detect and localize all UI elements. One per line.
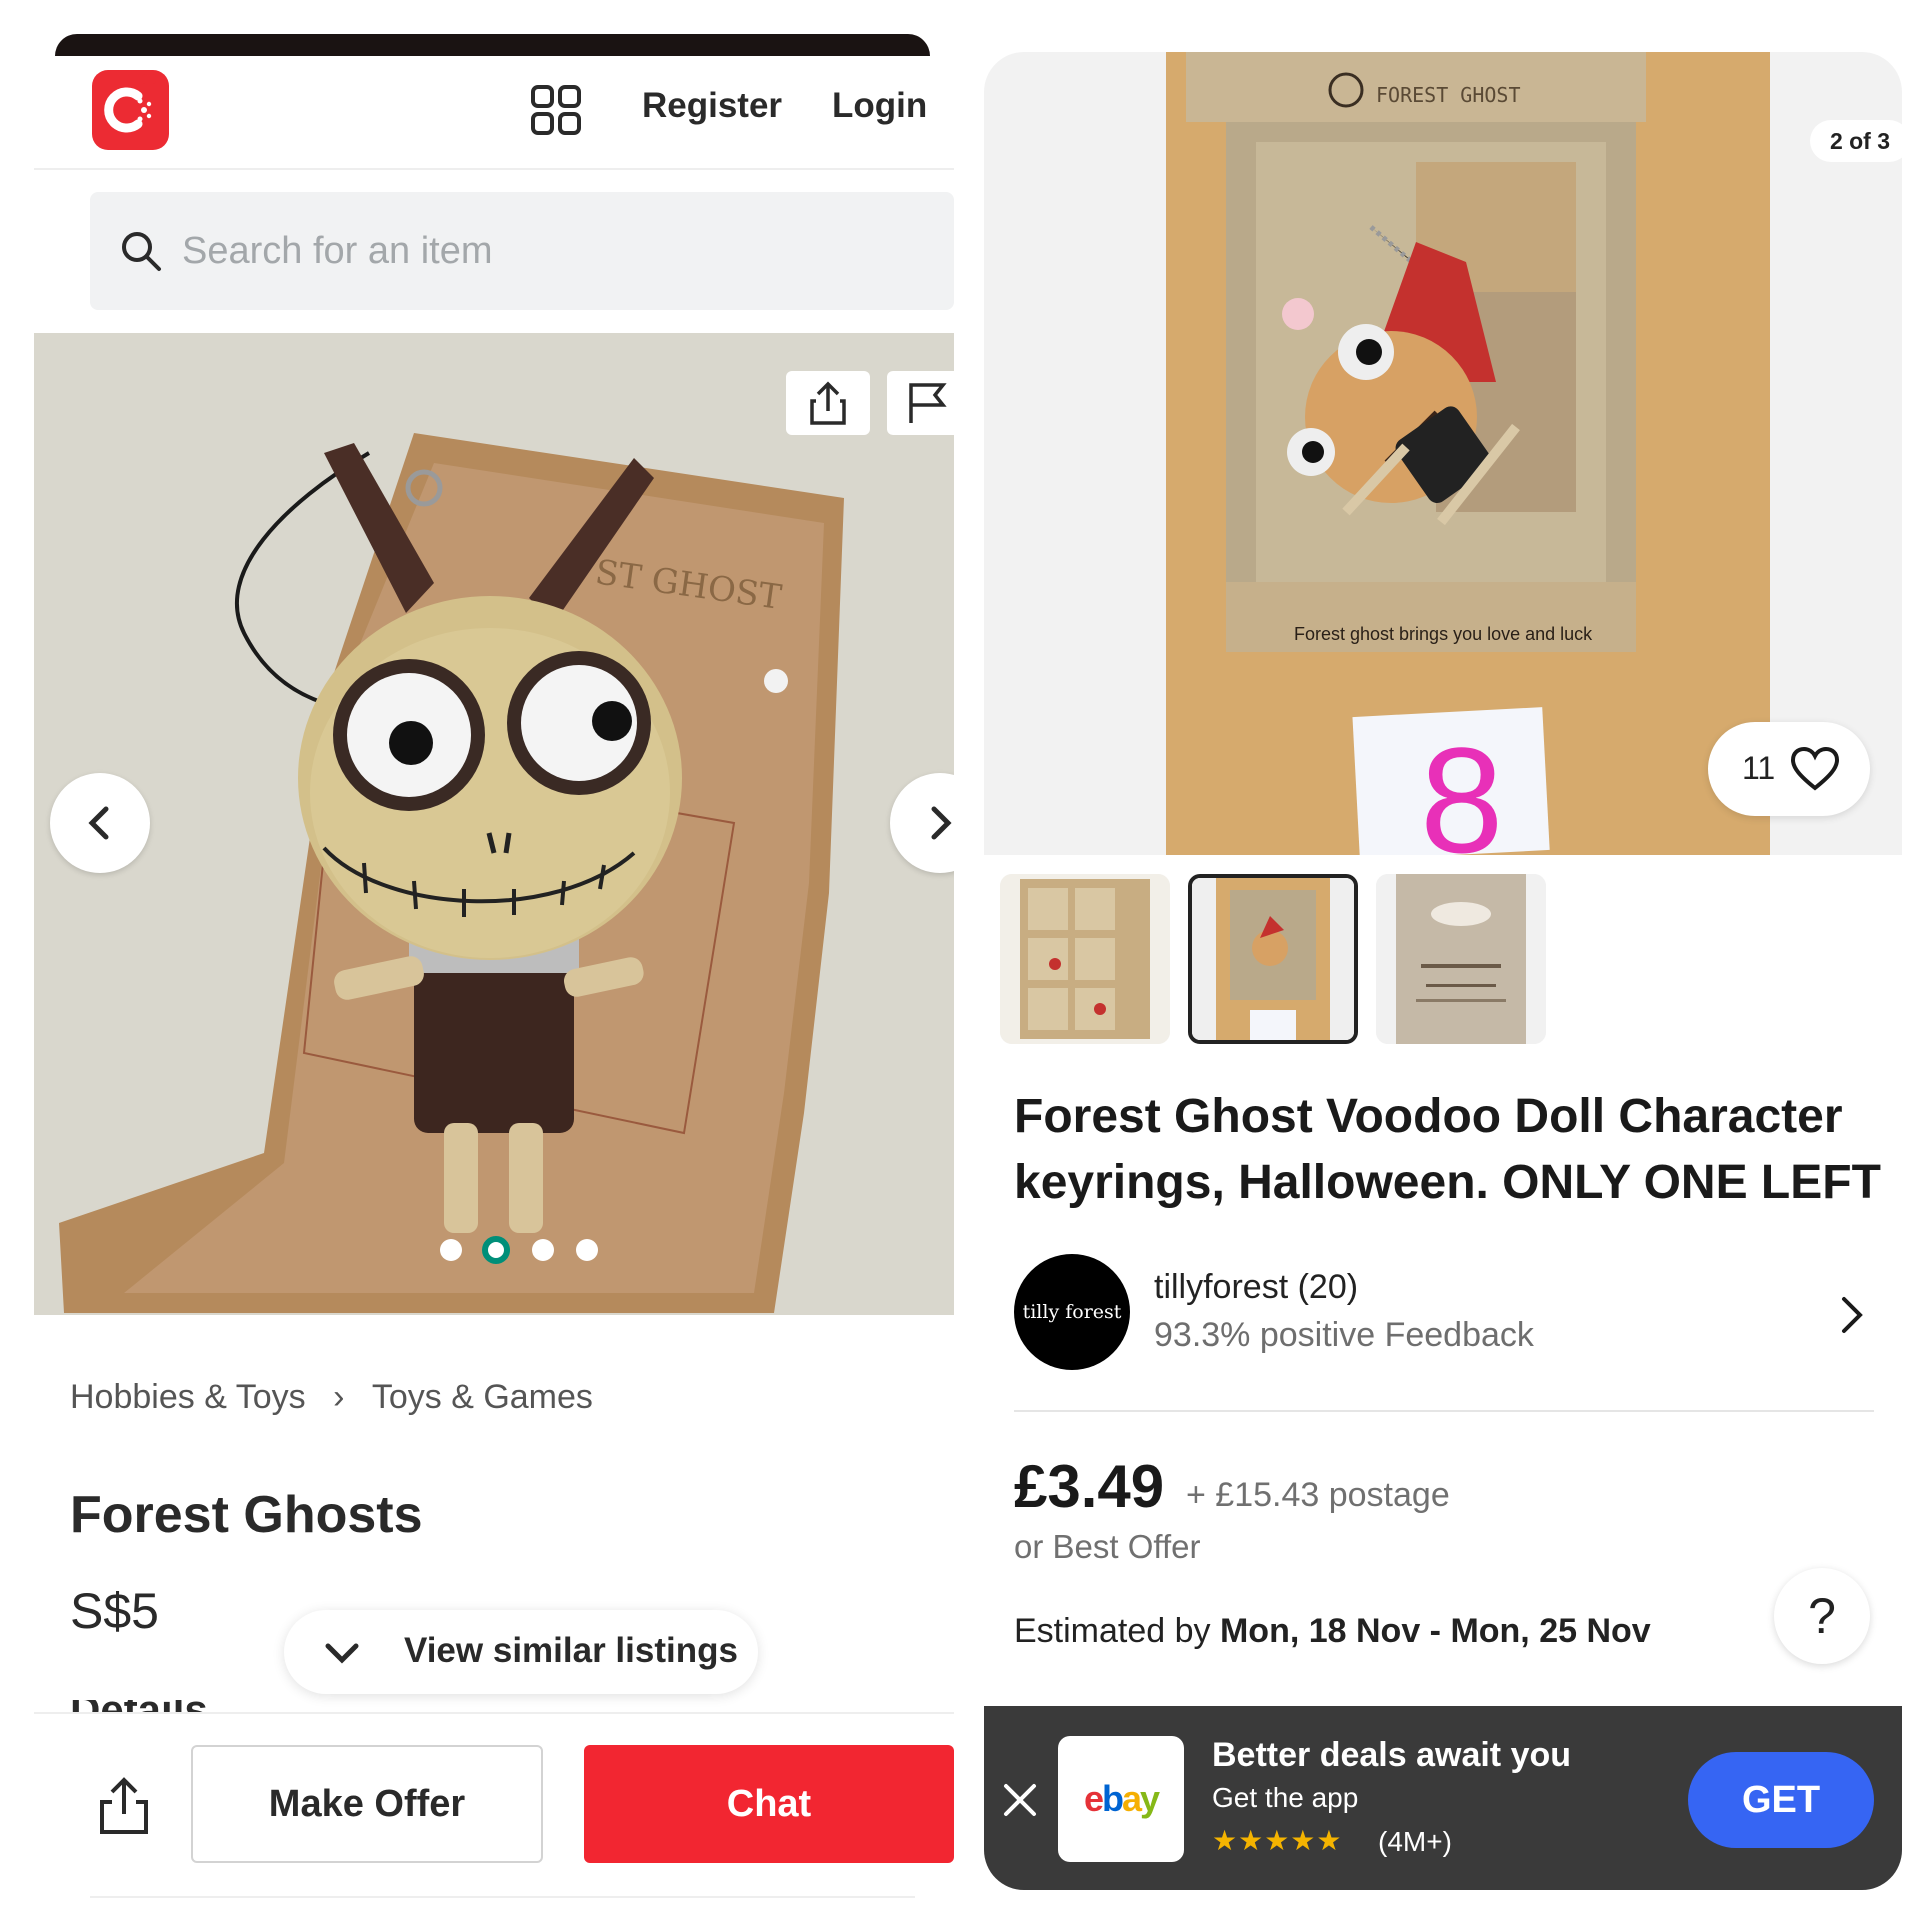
- thumbnail-image: [1192, 878, 1354, 1040]
- report-button[interactable]: [887, 371, 954, 435]
- search-icon: [122, 232, 161, 271]
- share-icon: [810, 381, 846, 425]
- make-offer-button[interactable]: Make Offer: [191, 1745, 543, 1863]
- listing-price: S$5: [70, 1583, 159, 1639]
- search-placeholder: Search for an item: [182, 230, 493, 272]
- best-offer-text: or Best Offer: [1014, 1528, 1201, 1565]
- breadcrumb-hobbies-toys[interactable]: Hobbies & Toys: [70, 1378, 306, 1417]
- help-button[interactable]: ?: [1774, 1568, 1870, 1664]
- chevron-right-icon: [931, 806, 952, 840]
- item-price: £3.49: [1014, 1453, 1165, 1520]
- watch-count: 11: [1742, 750, 1776, 786]
- status-bar: [55, 34, 930, 56]
- divider: [1014, 1410, 1874, 1412]
- listing-title: Forest Ghost Voodoo Doll Character keyri…: [1014, 1090, 1881, 1209]
- box-brand-text: FOREST GHOST: [1376, 83, 1521, 107]
- voodoo-doll-photo: ST GHOST: [34, 333, 954, 1315]
- carousel-dot[interactable]: [576, 1239, 598, 1261]
- ebay-logo-b: b: [1101, 1778, 1124, 1819]
- ebay-logo: ebay: [1058, 1736, 1184, 1862]
- watch-button[interactable]: 11: [1708, 722, 1870, 816]
- chat-button[interactable]: Chat: [584, 1745, 954, 1863]
- details-heading: Details: [70, 1700, 220, 1712]
- thumbnail-image: [1376, 874, 1546, 1044]
- breadcrumb-toys-games[interactable]: Toys & Games: [372, 1378, 593, 1417]
- box-tagline-text: Forest ghost brings you love and luck: [1294, 624, 1593, 644]
- camera-logo-icon: [104, 74, 156, 133]
- view-similar-button[interactable]: View similar listings: [284, 1610, 758, 1694]
- banner-title: Better deals await you: [1212, 1736, 1572, 1774]
- thumbnail-1[interactable]: [1000, 874, 1170, 1044]
- carousel-dot[interactable]: [440, 1239, 462, 1261]
- seller-name[interactable]: tillyforest (20): [1154, 1268, 1358, 1307]
- delivery-prefix: Estimated by: [1014, 1612, 1211, 1650]
- breadcrumb: Hobbies & Toys › Toys & Games: [70, 1378, 593, 1417]
- thumbnail-3[interactable]: [1376, 874, 1546, 1044]
- carousell-screen: Register Login Search for an item ST GHO…: [0, 0, 960, 1920]
- ebay-logo-y: y: [1140, 1778, 1160, 1819]
- postage-cost: + £15.43 postage: [1186, 1476, 1450, 1514]
- heart-icon: [1790, 746, 1840, 791]
- chevron-down-icon: [325, 1643, 359, 1664]
- close-icon[interactable]: [1002, 1782, 1038, 1818]
- thumbnail-2-selected[interactable]: [1188, 874, 1358, 1044]
- ebay-logo-e: e: [1083, 1778, 1104, 1819]
- divider: [90, 1896, 915, 1898]
- photo-counter: 2 of 3: [1810, 120, 1902, 162]
- delivery-estimate: Estimated by Mon, 18 Nov - Mon, 25 Nov: [1014, 1612, 1651, 1651]
- app-install-banner: ebay Better deals await you Get the app …: [984, 1706, 1902, 1890]
- thumbnail-image: [1000, 874, 1170, 1044]
- star-rating-icon: ★★★★★: [1212, 1825, 1343, 1856]
- flag-icon: [909, 383, 947, 423]
- sticker-number: 8: [1420, 716, 1503, 855]
- carousel-dot[interactable]: [532, 1239, 554, 1261]
- login-link[interactable]: Login: [832, 86, 927, 126]
- share-icon[interactable]: [92, 1774, 156, 1838]
- categories-grid-icon[interactable]: [530, 84, 582, 136]
- prev-photo-button[interactable]: [50, 773, 150, 873]
- chevron-right-icon[interactable]: [1840, 1295, 1864, 1335]
- listing-photo[interactable]: FOREST GHOST Forest ghost brings you lov…: [1166, 52, 1770, 855]
- action-bar: Make Offer Chat: [34, 1712, 954, 1892]
- share-button[interactable]: [786, 371, 870, 435]
- ebay-screen: FOREST GHOST Forest ghost brings you lov…: [960, 0, 1920, 1920]
- seller-avatar[interactable]: tilly forest: [1014, 1254, 1130, 1370]
- get-app-button[interactable]: GET: [1688, 1752, 1874, 1848]
- listing-title: Forest Ghosts: [70, 1486, 423, 1544]
- carousell-logo[interactable]: [92, 70, 169, 150]
- breadcrumb-separator: ›: [333, 1378, 345, 1416]
- carousel-dot-active[interactable]: [482, 1236, 510, 1264]
- ebay-logo-a: a: [1121, 1778, 1142, 1819]
- app-header: Register Login: [34, 56, 954, 170]
- search-input[interactable]: Search for an item: [90, 192, 954, 310]
- delivery-dates: Mon, 18 Nov - Mon, 25 Nov: [1219, 1612, 1651, 1650]
- seller-feedback: 93.3% positive Feedback: [1154, 1316, 1534, 1354]
- next-photo-button[interactable]: [890, 773, 954, 873]
- listing-photo[interactable]: ST GHOST: [34, 333, 954, 1315]
- chevron-left-icon: [88, 806, 109, 840]
- boxed-keyring-photo: FOREST GHOST Forest ghost brings you lov…: [1166, 52, 1770, 855]
- rating-count: (4M+): [1378, 1826, 1452, 1857]
- view-similar-label: View similar listings: [404, 1631, 738, 1670]
- register-link[interactable]: Register: [642, 86, 782, 126]
- banner-subtitle: Get the app: [1212, 1782, 1359, 1813]
